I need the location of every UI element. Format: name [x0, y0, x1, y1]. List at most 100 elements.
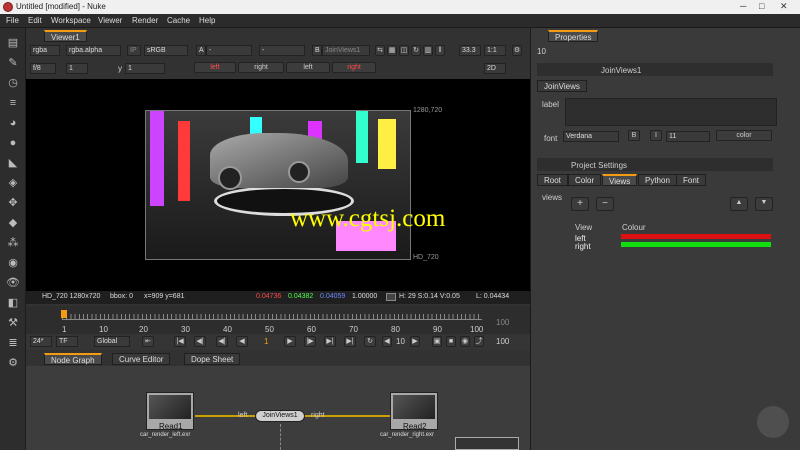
tab-joinviews[interactable]: JoinViews [537, 80, 587, 92]
tab-node-graph[interactable]: Node Graph [44, 353, 102, 365]
tab-color[interactable]: Color [568, 174, 602, 186]
colorspace-select[interactable]: sRGB [144, 45, 188, 56]
view-left2-button[interactable]: left [286, 62, 330, 73]
next-keyframe-icon[interactable]: ▶| [324, 336, 336, 347]
step-back-icon[interactable]: ◀ [382, 336, 392, 347]
joinviews-node[interactable]: JoinViews1 [255, 410, 305, 422]
range-select[interactable]: Global [94, 336, 130, 347]
filter-tools-icon[interactable]: ● [6, 136, 20, 150]
tab-python[interactable]: Python [638, 174, 677, 186]
frame-range-icon[interactable]: ⇤ [142, 336, 154, 347]
minimize-icon[interactable]: ─ [740, 1, 746, 11]
tab-properties[interactable]: Properties [548, 30, 599, 42]
toolsets-icon[interactable]: ⚒ [6, 316, 20, 330]
font-bold-button[interactable]: B [628, 130, 640, 141]
font-select[interactable]: Verdana [563, 131, 619, 142]
menu-edit[interactable]: Edit [28, 16, 42, 25]
playhead-icon[interactable] [61, 310, 67, 318]
viewer-settings-icon[interactable]: ⚙ [512, 45, 522, 56]
view-color-right[interactable] [621, 242, 771, 247]
tab-curve-editor[interactable]: Curve Editor [112, 353, 171, 365]
font-size-field[interactable]: 11 [666, 131, 710, 142]
move-up-icon[interactable]: ▲ [730, 197, 748, 211]
read2-node[interactable]: Read2 [390, 392, 438, 431]
tab-dope-sheet[interactable]: Dope Sheet [184, 353, 241, 365]
image-tools-icon[interactable]: ▤ [6, 36, 20, 50]
menu-cache[interactable]: Cache [167, 16, 190, 25]
timeline-ruler[interactable] [62, 314, 482, 320]
view-row-right[interactable]: right [575, 242, 591, 251]
render-icon[interactable]: ▥ [423, 45, 433, 56]
view-color-left[interactable] [621, 234, 771, 239]
a-input-select[interactable]: - [206, 45, 252, 56]
other-tools-icon[interactable]: ≣ [6, 336, 20, 350]
menu-workspace[interactable]: Workspace [51, 16, 91, 25]
swap-icon[interactable]: ⇆ [375, 45, 385, 56]
b-value-select[interactable]: - [259, 45, 305, 56]
pause-icon[interactable]: ‖ [435, 45, 445, 56]
maximize-icon[interactable]: □ [759, 1, 764, 11]
view-right2-button[interactable]: right [332, 62, 376, 73]
prev-frame-icon[interactable]: ◀| [216, 336, 228, 347]
crop-icon[interactable]: ▦ [387, 45, 397, 56]
properties-count[interactable]: 10 [537, 47, 546, 56]
prev-keyframe-icon[interactable]: ◀| [194, 336, 206, 347]
y-field[interactable]: 1 [125, 63, 165, 74]
view-left-button[interactable]: left [194, 62, 236, 73]
last-frame-icon[interactable]: ▶| [344, 336, 356, 347]
joinviews-node-name[interactable]: JoinViews1 [601, 66, 641, 75]
3d-tools-icon[interactable]: ◆ [6, 216, 20, 230]
menu-render[interactable]: Render [132, 16, 158, 25]
frame-field[interactable]: 1 [66, 63, 88, 74]
step-forward-icon[interactable]: ▶ [410, 336, 420, 347]
remove-view-button[interactable]: − [596, 197, 614, 211]
view-right-button[interactable]: right [238, 62, 284, 73]
color-tools-icon[interactable]: ◕ [6, 116, 20, 130]
move-down-icon[interactable]: ▼ [755, 197, 773, 211]
fps-select[interactable]: 24* [30, 336, 52, 347]
close-icon[interactable]: ✕ [780, 1, 788, 12]
time-tools-icon[interactable]: ◷ [6, 76, 20, 90]
tab-font[interactable]: Font [676, 174, 707, 186]
color-button[interactable]: color [716, 130, 772, 141]
ratio-select[interactable]: 1:1 [484, 45, 506, 56]
play-backward-icon[interactable]: ◀ [236, 336, 248, 347]
timeline[interactable]: 1 10 20 30 40 50 60 70 80 90 100 100 [26, 306, 530, 334]
menu-help[interactable]: Help [199, 16, 215, 25]
draw-tools-icon[interactable]: ✎ [6, 56, 20, 70]
add-view-button[interactable]: + [571, 197, 589, 211]
transform-tools-icon[interactable]: ✥ [6, 196, 20, 210]
current-frame[interactable]: 1 [264, 337, 268, 346]
menu-viewer[interactable]: Viewer [98, 16, 122, 25]
alpha-select[interactable]: rgba.alpha [66, 45, 121, 56]
tab-viewer1[interactable]: Viewer1 [44, 30, 87, 42]
font-italic-button[interactable]: I [650, 130, 662, 141]
tf-select[interactable]: TF [56, 336, 78, 347]
export-icon[interactable]: ⤴ [474, 336, 484, 347]
ip-toggle[interactable]: IP [127, 45, 141, 56]
metadata-tools-icon[interactable]: ◧ [6, 296, 20, 310]
channel-tools-icon[interactable]: ≡ [6, 96, 20, 110]
flipbook-icon[interactable]: ▣ [432, 336, 442, 347]
refresh-icon[interactable]: ↻ [411, 45, 421, 56]
menu-file[interactable]: File [6, 16, 19, 25]
next-frame-icon[interactable]: |▶ [304, 336, 316, 347]
play-overlay-icon[interactable] [757, 406, 789, 438]
tab-views[interactable]: Views [602, 174, 638, 186]
minimap[interactable] [455, 437, 519, 450]
mode-select[interactable]: 2D [484, 63, 506, 74]
fstop-field[interactable]: f/8 [30, 63, 56, 74]
b-input-select[interactable]: JoinViews1 [322, 45, 370, 56]
roi-icon[interactable]: ◫ [399, 45, 409, 56]
out-frame[interactable]: 100 [496, 337, 509, 346]
step-value[interactable]: 10 [396, 337, 405, 346]
play-forward-icon[interactable]: ▶ [284, 336, 296, 347]
zoom-select[interactable]: 33.3 [459, 45, 481, 56]
loop-icon[interactable]: ↻ [364, 336, 376, 347]
stop-icon[interactable]: ■ [446, 336, 456, 347]
channels-select[interactable]: rgba [30, 45, 60, 56]
tab-root[interactable]: Root [537, 174, 568, 186]
views-tools-icon[interactable]: 👁 [6, 276, 20, 290]
merge-tools-icon[interactable]: ◈ [6, 176, 20, 190]
deep-tools-icon[interactable]: ◉ [6, 256, 20, 270]
